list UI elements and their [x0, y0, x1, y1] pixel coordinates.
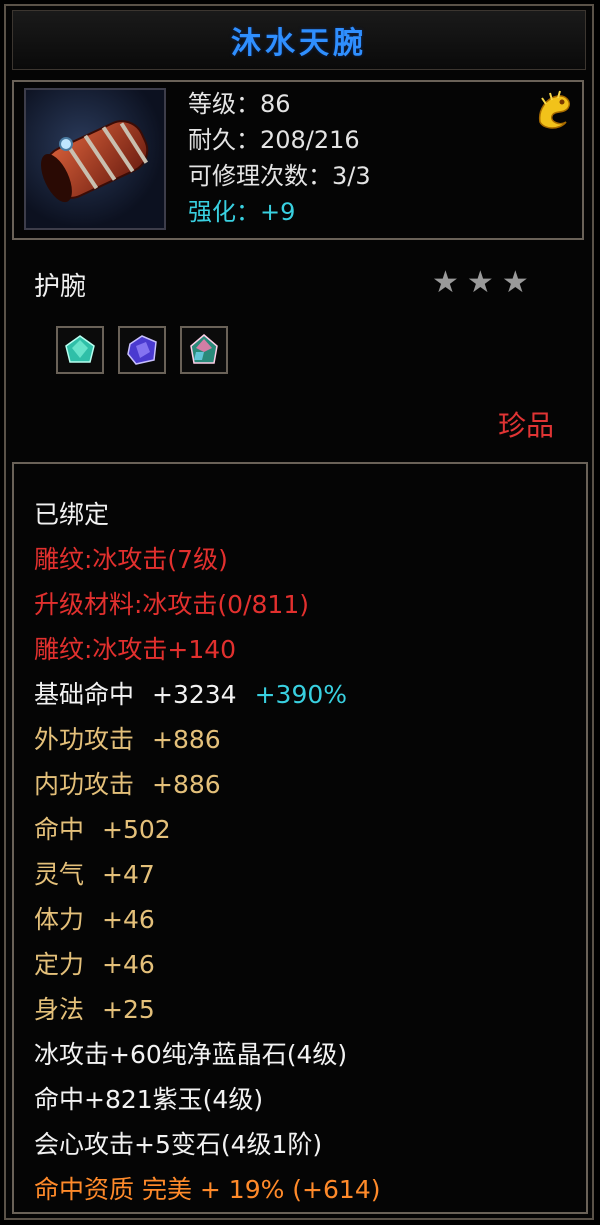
changestone-gem-icon[interactable] — [180, 326, 228, 374]
socket-gem-1: 冰攻击+60纯净蓝晶石(4级) — [34, 1040, 348, 1069]
ext-attack-value: +886 — [152, 725, 221, 754]
hit-aptitude: 命中资质 完美 + 19% (+614) — [34, 1175, 381, 1204]
enhance-level: 强化：+9 — [188, 198, 296, 226]
bound-status: 已绑定 — [34, 500, 110, 529]
agility-label: 身法 — [34, 995, 85, 1024]
external-attack: 外功攻击 +886 — [34, 717, 380, 762]
durability: 耐久：208/216 — [188, 126, 360, 154]
engrave-level: 雕纹:冰攻击(7级) — [34, 545, 228, 574]
item-details: 已绑定 雕纹:冰攻击(7级) 升级材料:冰攻击(0/811) 雕纹:冰攻击+14… — [34, 492, 380, 1212]
int-attack-label: 内功攻击 — [34, 770, 135, 799]
focus: 定力 +46 — [34, 942, 380, 987]
focus-value: +46 — [102, 950, 155, 979]
hit-label: 命中 — [34, 815, 85, 844]
star-icon: ★ — [501, 265, 529, 300]
golden-dragon-icon — [532, 88, 576, 132]
base-hit-pct: +390% — [254, 680, 348, 709]
item-type: 护腕 — [34, 272, 87, 302]
base-hit-label: 基础命中 — [34, 680, 135, 709]
int-attack-value: +886 — [152, 770, 221, 799]
hit-value: +502 — [102, 815, 171, 844]
stamina-label: 体力 — [34, 905, 85, 934]
star-icon: ★ — [466, 265, 494, 300]
stamina-value: +46 — [102, 905, 155, 934]
focus-label: 定力 — [34, 950, 85, 979]
spirit-label: 灵气 — [34, 860, 85, 889]
agility-value: +25 — [102, 995, 155, 1024]
internal-attack: 内功攻击 +886 — [34, 762, 380, 807]
socket-gem-2: 命中+821紫玉(4级) — [34, 1085, 264, 1114]
star-rating: ★ ★ ★ — [432, 268, 529, 298]
repair-count: 可修理次数：3/3 — [188, 162, 371, 190]
level: 等级：86 — [188, 90, 291, 118]
gem-slots — [56, 326, 228, 374]
item-name: 沐水天腕 — [231, 26, 367, 61]
purple-gem-icon[interactable] — [118, 326, 166, 374]
ext-attack-label: 外功攻击 — [34, 725, 135, 754]
agility: 身法 +25 — [34, 987, 380, 1032]
socket-gem-3: 会心攻击+5变石(4级1阶) — [34, 1130, 323, 1159]
spirit-value: +47 — [102, 860, 155, 889]
base-hit-value: +3234 — [152, 680, 237, 709]
spirit: 灵气 +47 — [34, 852, 380, 897]
engrave-bonus: 雕纹:冰攻击+140 — [34, 635, 237, 664]
bracer-icon[interactable] — [24, 88, 166, 230]
item-stats: 等级：86 耐久：208/216 可修理次数：3/3 强化：+9 — [188, 86, 371, 230]
title-bar: 沐水天腕 — [12, 10, 586, 70]
quality-label: 珍品 — [497, 409, 554, 442]
upgrade-material: 升级材料:冰攻击(0/811) — [34, 590, 309, 619]
base-hit: 基础命中 +3234 +390% — [34, 672, 380, 717]
green-gem-icon[interactable] — [56, 326, 104, 374]
hit: 命中 +502 — [34, 807, 380, 852]
stamina: 体力 +46 — [34, 897, 380, 942]
star-icon: ★ — [432, 265, 459, 300]
